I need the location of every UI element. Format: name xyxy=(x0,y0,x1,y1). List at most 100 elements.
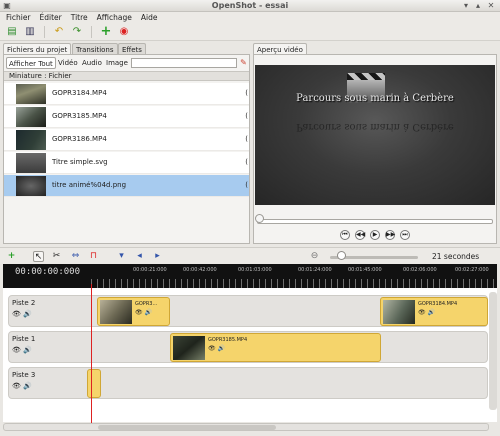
previous-marker-icon[interactable]: ◂ xyxy=(134,251,145,262)
toolbar-separator xyxy=(44,25,45,38)
main-toolbar: ▤ ▥ ↶ ↷ + ◉ xyxy=(0,23,500,41)
list-item[interactable]: titre animé%04d.png ( xyxy=(4,175,249,197)
menu-aide[interactable]: Aide xyxy=(141,12,158,23)
column-header[interactable]: Miniature : Fichier xyxy=(4,71,249,81)
thumbnail-image xyxy=(16,153,46,173)
zoom-out-icon[interactable]: ⊖ xyxy=(309,251,320,262)
ruler-tick-label: 00:02:06:000 xyxy=(403,267,437,273)
search-input[interactable] xyxy=(131,58,237,68)
clip-title-animation[interactable] xyxy=(87,369,101,398)
track-piste-3[interactable]: Piste 3 👁 🔊 xyxy=(8,367,488,399)
zoom-label: 21 secondes xyxy=(432,252,480,261)
minimize-icon[interactable]: ▾ xyxy=(462,2,470,10)
file-name: Titre simple.svg xyxy=(52,158,108,166)
video-preview: Parcours sous marin à Cerbère Parcours s… xyxy=(255,65,495,205)
play-icon[interactable]: ▶ xyxy=(370,230,380,240)
timeline-tracks: Piste 2 👁 🔊 GOPR3... 👁 🔊 GOPR3184.MP4 👁 … xyxy=(3,288,497,422)
export-video-icon[interactable]: ◉ xyxy=(117,25,131,39)
preview-scrubber[interactable] xyxy=(257,219,493,224)
playhead[interactable] xyxy=(91,284,92,424)
next-marker-icon[interactable]: ▸ xyxy=(152,251,163,262)
filter-video[interactable]: Vidéo xyxy=(56,57,80,69)
filter-image[interactable]: Image xyxy=(104,57,130,69)
filter-all[interactable]: Afficher Tout xyxy=(6,57,56,69)
fast-forward-icon[interactable]: ▶▶ xyxy=(385,230,395,240)
add-file-icon[interactable]: + xyxy=(99,24,113,39)
list-item[interactable]: GOPR3184.MP4 ( xyxy=(4,83,249,105)
file-name: GOPR3185.MP4 xyxy=(52,112,107,120)
file-info: ( xyxy=(245,181,248,189)
timeline-toolbar: + ↖ ✂ ⇔ ⊓ ▾ ◂ ▸ ⊖ 21 secondes xyxy=(0,247,500,264)
file-info: ( xyxy=(245,135,248,143)
file-info: ( xyxy=(245,89,248,97)
new-project-icon[interactable]: ▤ xyxy=(5,25,19,39)
select-tool-icon[interactable]: ↖ xyxy=(33,251,44,262)
redo-icon[interactable]: ↷ xyxy=(70,25,84,39)
zoom-slider-handle[interactable] xyxy=(337,251,346,260)
clip-gopr3185[interactable]: GOPR3185.MP4 👁 🔊 xyxy=(170,333,381,362)
thumbnail-image xyxy=(16,107,46,127)
clip-thumbnail xyxy=(100,300,132,324)
file-info: ( xyxy=(245,112,248,120)
toolbar-separator xyxy=(91,25,92,38)
menu-affichage[interactable]: Affichage xyxy=(97,12,132,23)
menu-fichier[interactable]: Fichier xyxy=(6,12,31,23)
rewind-start-icon[interactable]: ⏮ xyxy=(340,230,350,240)
clip-visibility-audio-icons[interactable]: 👁 🔊 xyxy=(135,309,152,316)
ruler-ticks xyxy=(91,279,497,288)
ruler-tick-label: 00:02:27:000 xyxy=(455,267,489,273)
preview-panel: Parcours sous marin à Cerbère Parcours s… xyxy=(253,54,497,244)
clip-name: GOPR3185.MP4 xyxy=(208,337,248,343)
save-icon[interactable]: ▥ xyxy=(23,25,37,39)
thumbnail-image xyxy=(16,176,46,196)
ruler-tick-label: 00:00:42:000 xyxy=(183,267,217,273)
menu-titre[interactable]: Titre xyxy=(71,12,88,23)
jump-end-icon[interactable]: ⏭ xyxy=(400,230,410,240)
clip-visibility-audio-icons[interactable]: 👁 🔊 xyxy=(418,309,435,316)
undo-icon[interactable]: ↶ xyxy=(52,25,66,39)
track-name: Piste 3 xyxy=(12,371,36,379)
menu-bar: Fichier Éditer Titre Affichage Aide xyxy=(0,12,500,23)
close-icon[interactable]: ✕ xyxy=(487,2,495,10)
file-info: ( xyxy=(245,158,248,166)
razor-tool-icon[interactable]: ✂ xyxy=(51,251,62,262)
track-piste-1[interactable]: Piste 1 👁 🔊 GOPR3185.MP4 👁 🔊 xyxy=(8,331,488,363)
list-item[interactable]: Titre simple.svg ( xyxy=(4,152,249,174)
add-track-icon[interactable]: + xyxy=(6,251,17,262)
maximize-icon[interactable]: ▴ xyxy=(474,2,482,10)
clip-gopr3184[interactable]: GOPR3184.MP4 👁 🔊 xyxy=(380,297,488,326)
track-visibility-audio-icons[interactable]: 👁 🔊 xyxy=(12,346,32,354)
track-piste-2[interactable]: Piste 2 👁 🔊 GOPR3... 👁 🔊 GOPR3184.MP4 👁 … xyxy=(8,295,488,327)
project-files-panel: Afficher Tout Vidéo Audio Image ✎ Miniat… xyxy=(3,54,250,244)
video-title-text: Parcours sous marin à Cerbère xyxy=(296,93,454,104)
clip-thumbnail xyxy=(173,336,205,360)
title-bar: ▣ OpenShot - essai ▾ ▴ ✕ xyxy=(0,0,500,12)
ruler-tick-label: 00:01:45:000 xyxy=(348,267,382,273)
resize-tool-icon[interactable]: ⇔ xyxy=(70,251,81,262)
clip-visibility-audio-icons[interactable]: 👁 🔊 xyxy=(208,345,225,352)
list-item[interactable]: GOPR3185.MP4 ( xyxy=(4,106,249,128)
clip-thumbnail xyxy=(383,300,415,324)
clip-gopr3-partial[interactable]: GOPR3... 👁 🔊 xyxy=(97,297,170,326)
snap-tool-icon[interactable]: ⊓ xyxy=(88,251,99,262)
track-visibility-audio-icons[interactable]: 👁 🔊 xyxy=(12,310,32,318)
list-item[interactable]: GOPR3186.MP4 ( xyxy=(4,129,249,151)
vertical-scrollbar[interactable] xyxy=(489,292,497,410)
filter-audio[interactable]: Audio xyxy=(80,57,104,69)
horizontal-scroll-thumb[interactable] xyxy=(98,425,276,430)
file-name: GOPR3186.MP4 xyxy=(52,135,107,143)
add-marker-icon[interactable]: ▾ xyxy=(116,251,127,262)
horizontal-scrollbar[interactable] xyxy=(3,423,489,431)
track-visibility-audio-icons[interactable]: 👁 🔊 xyxy=(12,382,32,390)
file-name: titre animé%04d.png xyxy=(52,181,127,189)
menu-editer[interactable]: Éditer xyxy=(40,12,62,23)
thumbnail-image xyxy=(16,84,46,104)
file-name: GOPR3184.MP4 xyxy=(52,89,107,97)
timeline-ruler[interactable]: 00:00:00:000 00:00:21:000 00:00:42:000 0… xyxy=(3,264,497,288)
track-name: Piste 2 xyxy=(12,299,36,307)
scrubber-handle[interactable] xyxy=(255,214,264,223)
rewind-icon[interactable]: ◀◀ xyxy=(355,230,365,240)
clear-search-icon[interactable]: ✎ xyxy=(239,58,248,68)
clip-name: GOPR3... xyxy=(135,301,158,307)
video-title-reflection: Parcours sous marin à Cerbère xyxy=(296,121,454,132)
